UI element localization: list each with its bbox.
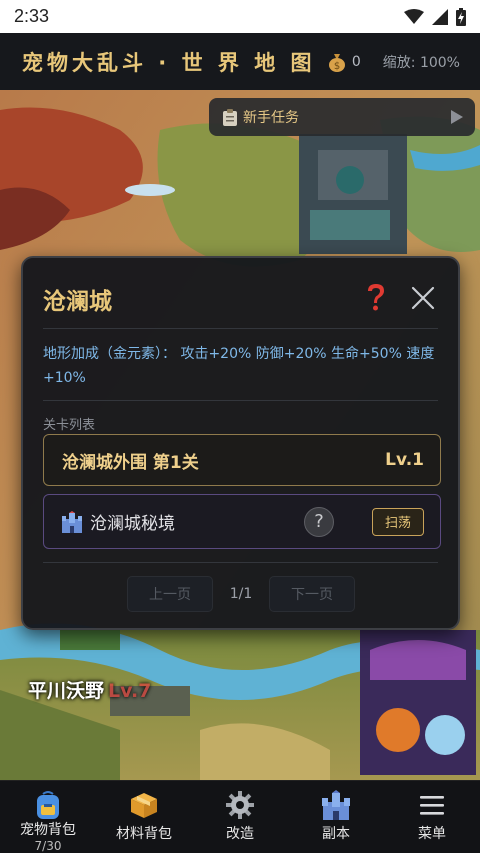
battery-charging-icon [456, 7, 466, 26]
divider [43, 400, 438, 401]
nav-label: 副本 [322, 826, 350, 842]
nav-modify[interactable]: 改造 [192, 781, 288, 853]
nav-pet-bag[interactable]: 宠物背包 7/30 [0, 781, 96, 853]
gold-counter: $ 0 [328, 52, 361, 72]
dialog-title: 沧澜城 [43, 289, 112, 315]
castle-icon [62, 510, 82, 533]
divider [43, 562, 438, 563]
stage-name: 沧澜城外围 第1关 [62, 452, 199, 473]
secret-realm-help-button[interactable]: ? [304, 506, 334, 537]
newbie-quest-button[interactable]: 新手任务 [209, 98, 475, 136]
quest-label: 新手任务 [243, 110, 299, 126]
next-page-button[interactable]: 下一页 [269, 576, 355, 612]
status-bar: 2:33 [0, 0, 480, 33]
nav-material-bag[interactable]: 材料背包 [96, 781, 192, 853]
close-icon[interactable] [411, 286, 435, 310]
zoom-level: 缩放: 100% [382, 54, 460, 71]
castle-icon [322, 790, 350, 820]
secret-realm-row[interactable]: 沧澜城秘境 ? 扫荡 [43, 494, 441, 549]
region-label[interactable]: 平川沃野 Lv.7 [28, 676, 151, 703]
backpack-icon [37, 791, 59, 819]
nav-label: 改造 [226, 826, 254, 842]
stage-list-label: 关卡列表 [43, 418, 96, 433]
nav-label: 菜单 [418, 826, 446, 842]
sweep-button[interactable]: 扫荡 [372, 507, 424, 536]
gold-value: 0 [351, 53, 361, 70]
play-triangle-icon [451, 110, 463, 124]
city-dialog: 沧澜城 地形加成（金元素）： 攻击+20% 防御+20% 生命+50% 速度+1… [21, 256, 460, 630]
secret-realm-name: 沧澜城秘境 [90, 514, 175, 534]
package-icon [131, 793, 157, 818]
gear-icon [226, 791, 254, 819]
question-mark-icon[interactable] [363, 282, 389, 312]
pager: 上一页 1/1 下一页 [127, 576, 359, 612]
app-header: 宠物大乱斗 · 世 界 地 图 $ 0 缩放: 100% [0, 33, 480, 90]
money-bag-icon: $ [328, 53, 345, 72]
page-title: 宠物大乱斗 · 世 界 地 图 [22, 50, 316, 75]
hamburger-menu-icon [420, 796, 444, 815]
app-screen: 2:33 宠物大乱斗 · 世 界 地 图 $ 0 缩放: 100% 新手任务 平… [0, 0, 480, 853]
wifi-icon [404, 8, 424, 24]
region-level: Lv.7 [108, 680, 152, 702]
nav-label: 材料背包 [116, 826, 172, 842]
page-indicator: 1/1 [229, 586, 253, 602]
status-time: 2:33 [14, 6, 50, 26]
signal-icon [432, 8, 448, 25]
stage-row[interactable]: 沧澜城外围 第1关 Lv.1 [43, 434, 441, 486]
region-name: 平川沃野 [28, 680, 105, 702]
prev-page-button[interactable]: 上一页 [127, 576, 213, 612]
nav-label: 宠物背包 [20, 822, 76, 838]
bottom-nav: 宠物背包 7/30 材料背包 改造 副本 菜单 [0, 780, 480, 853]
divider [43, 328, 438, 329]
status-icons [404, 7, 466, 26]
nav-menu[interactable]: 菜单 [384, 781, 480, 853]
stage-level: Lv.1 [385, 450, 424, 470]
svg-text:$: $ [334, 61, 340, 72]
clipboard-icon [223, 108, 237, 126]
terrain-bonus-text: 地形加成（金元素）： 攻击+20% 防御+20% 生命+50% 速度+10% [43, 346, 435, 386]
nav-dungeon[interactable]: 副本 [288, 781, 384, 853]
pet-bag-count: 7/30 [34, 839, 62, 853]
